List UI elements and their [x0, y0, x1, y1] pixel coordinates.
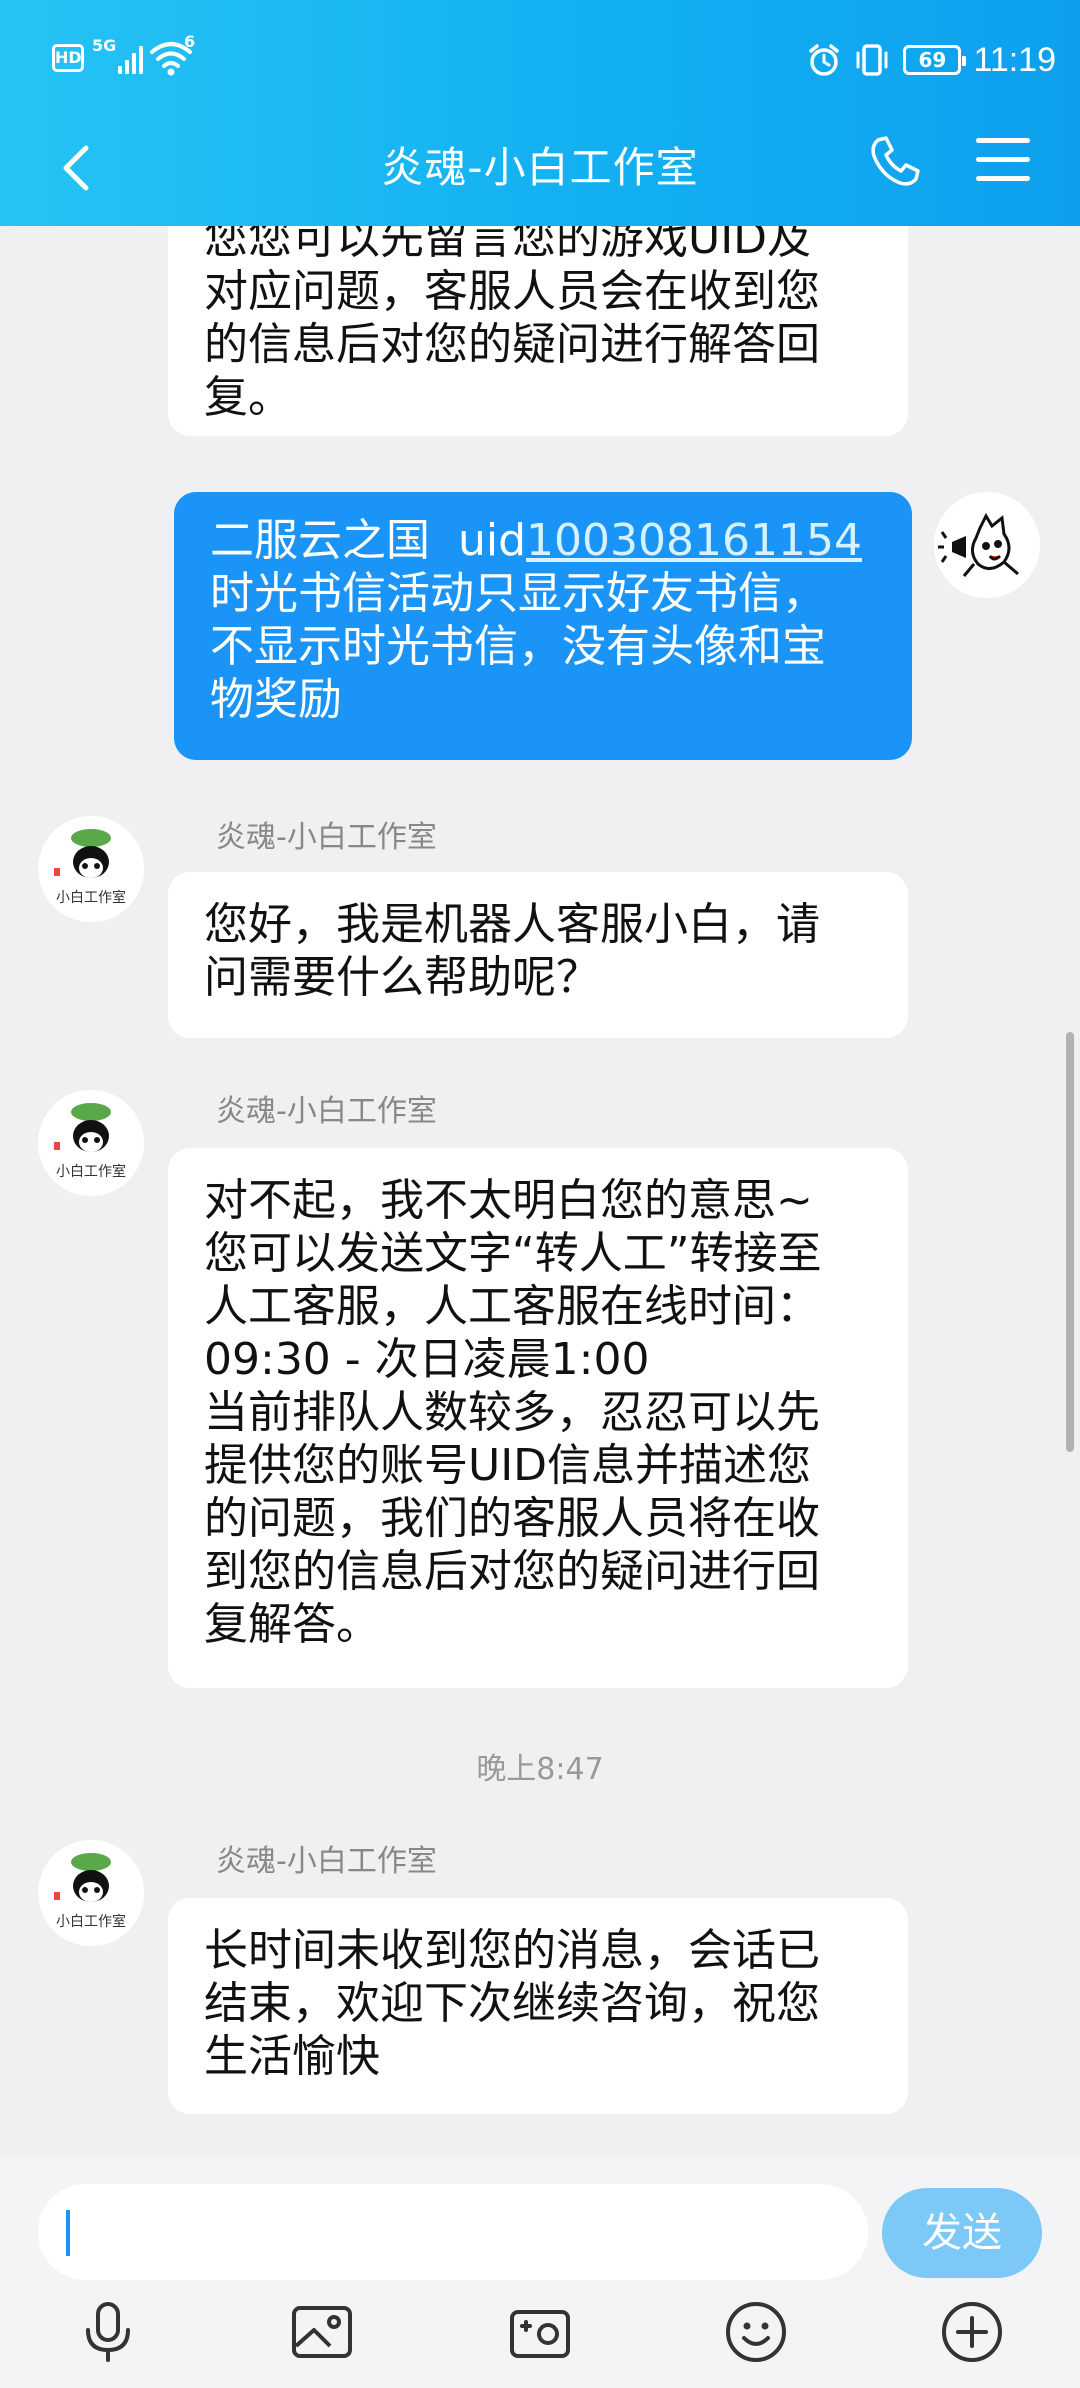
cat-avatar-icon [934, 492, 1040, 598]
panda-avatar-icon: 小白工作室 [38, 1090, 144, 1196]
chat-area[interactable]: 您您可以先留言您的游戏UID及 对应问题，客服人员会在收到您 的信息后对您的疑问… [0, 226, 1080, 2156]
alarm-icon [809, 44, 840, 76]
sender-name: 炎魂-小白工作室 [216, 820, 437, 855]
my-avatar[interactable] [934, 492, 1040, 598]
emoji-button[interactable] [724, 2300, 788, 2364]
message-bubble-received: 对不起，我不太明白您的意思~ 您可以发送文字“转人工”转接至 人工客服，人工客服… [168, 1148, 908, 1688]
message-text: 时光书信活动只显示好友书信， 不显示时光书信，没有头像和宝 物奖励 [210, 568, 826, 725]
message-input[interactable] [38, 2184, 868, 2280]
bot-avatar[interactable]: 小白工作室 [38, 816, 144, 922]
uid-link[interactable]: 100308161154 [526, 515, 862, 566]
message-bubble-sent: 二服云之国 uid100308161154 时光书信活动只显示好友书信， 不显示… [174, 492, 912, 760]
message-bubble-received: 您好，我是机器人客服小白，请 问需要什么帮助呢？ [168, 872, 908, 1038]
nav-bar: 炎魂-小白工作室 [0, 116, 1080, 226]
toolbar [0, 2296, 1080, 2376]
bot-avatar[interactable]: 小白工作室 [38, 1840, 144, 1946]
menu-button[interactable] [976, 138, 1030, 186]
more-button[interactable] [940, 2300, 1004, 2364]
smiley-icon [726, 2302, 786, 2362]
message-bubble-received: 您您可以先留言您的游戏UID及 对应问题，客服人员会在收到您 的信息后对您的疑问… [168, 226, 908, 436]
network-label: 5G [92, 36, 117, 55]
camera-icon [510, 2310, 570, 2358]
microphone-icon [86, 2302, 130, 2362]
status-time: 11:19 [973, 40, 1056, 79]
signal-icon [118, 44, 144, 74]
wifi-badge: 6 [184, 32, 196, 51]
phone-icon [871, 136, 920, 186]
bot-avatar[interactable]: 小白工作室 [38, 1090, 144, 1196]
vibrate-icon [856, 44, 888, 76]
avatar-caption: 小白工作室 [56, 889, 126, 906]
photo-button[interactable] [290, 2300, 354, 2364]
sender-name: 炎魂-小白工作室 [216, 1844, 437, 1879]
status-bar: HD 5G 6 69 11:19 [0, 0, 1080, 120]
menu-icon [976, 138, 1030, 143]
status-right: 69 11:19 [807, 30, 1056, 90]
battery-indicator: 69 [903, 45, 967, 75]
image-icon [292, 2306, 352, 2358]
plus-circle-icon [942, 2302, 1002, 2362]
input-bar: 发送 [0, 2156, 1080, 2388]
avatar-caption: 小白工作室 [56, 1913, 126, 1930]
time-label: 晚上8:47 [476, 1752, 604, 1787]
sender-name: 炎魂-小白工作室 [216, 1094, 437, 1129]
message-text: 二服云之国 uid [210, 515, 527, 566]
hd-badge: HD [52, 44, 84, 72]
message-bubble-received: 长时间未收到您的消息，会话已 结束，欢迎下次继续咨询，祝您 生活愉快 [168, 1898, 908, 2114]
camera-button[interactable] [508, 2300, 572, 2364]
voice-button[interactable] [76, 2300, 140, 2364]
panda-avatar-icon: 小白工作室 [38, 816, 144, 922]
send-button[interactable]: 发送 [882, 2188, 1042, 2278]
avatar-caption: 小白工作室 [56, 1163, 126, 1180]
wifi-icon: 6 [148, 32, 195, 76]
panda-avatar-icon: 小白工作室 [38, 1840, 144, 1946]
scrollbar[interactable] [1066, 1032, 1074, 1452]
call-button[interactable] [866, 134, 922, 190]
top-bar: HD 5G 6 69 11:19 炎魂-小白工作室 [0, 0, 1080, 226]
text-caret [66, 2210, 70, 2256]
